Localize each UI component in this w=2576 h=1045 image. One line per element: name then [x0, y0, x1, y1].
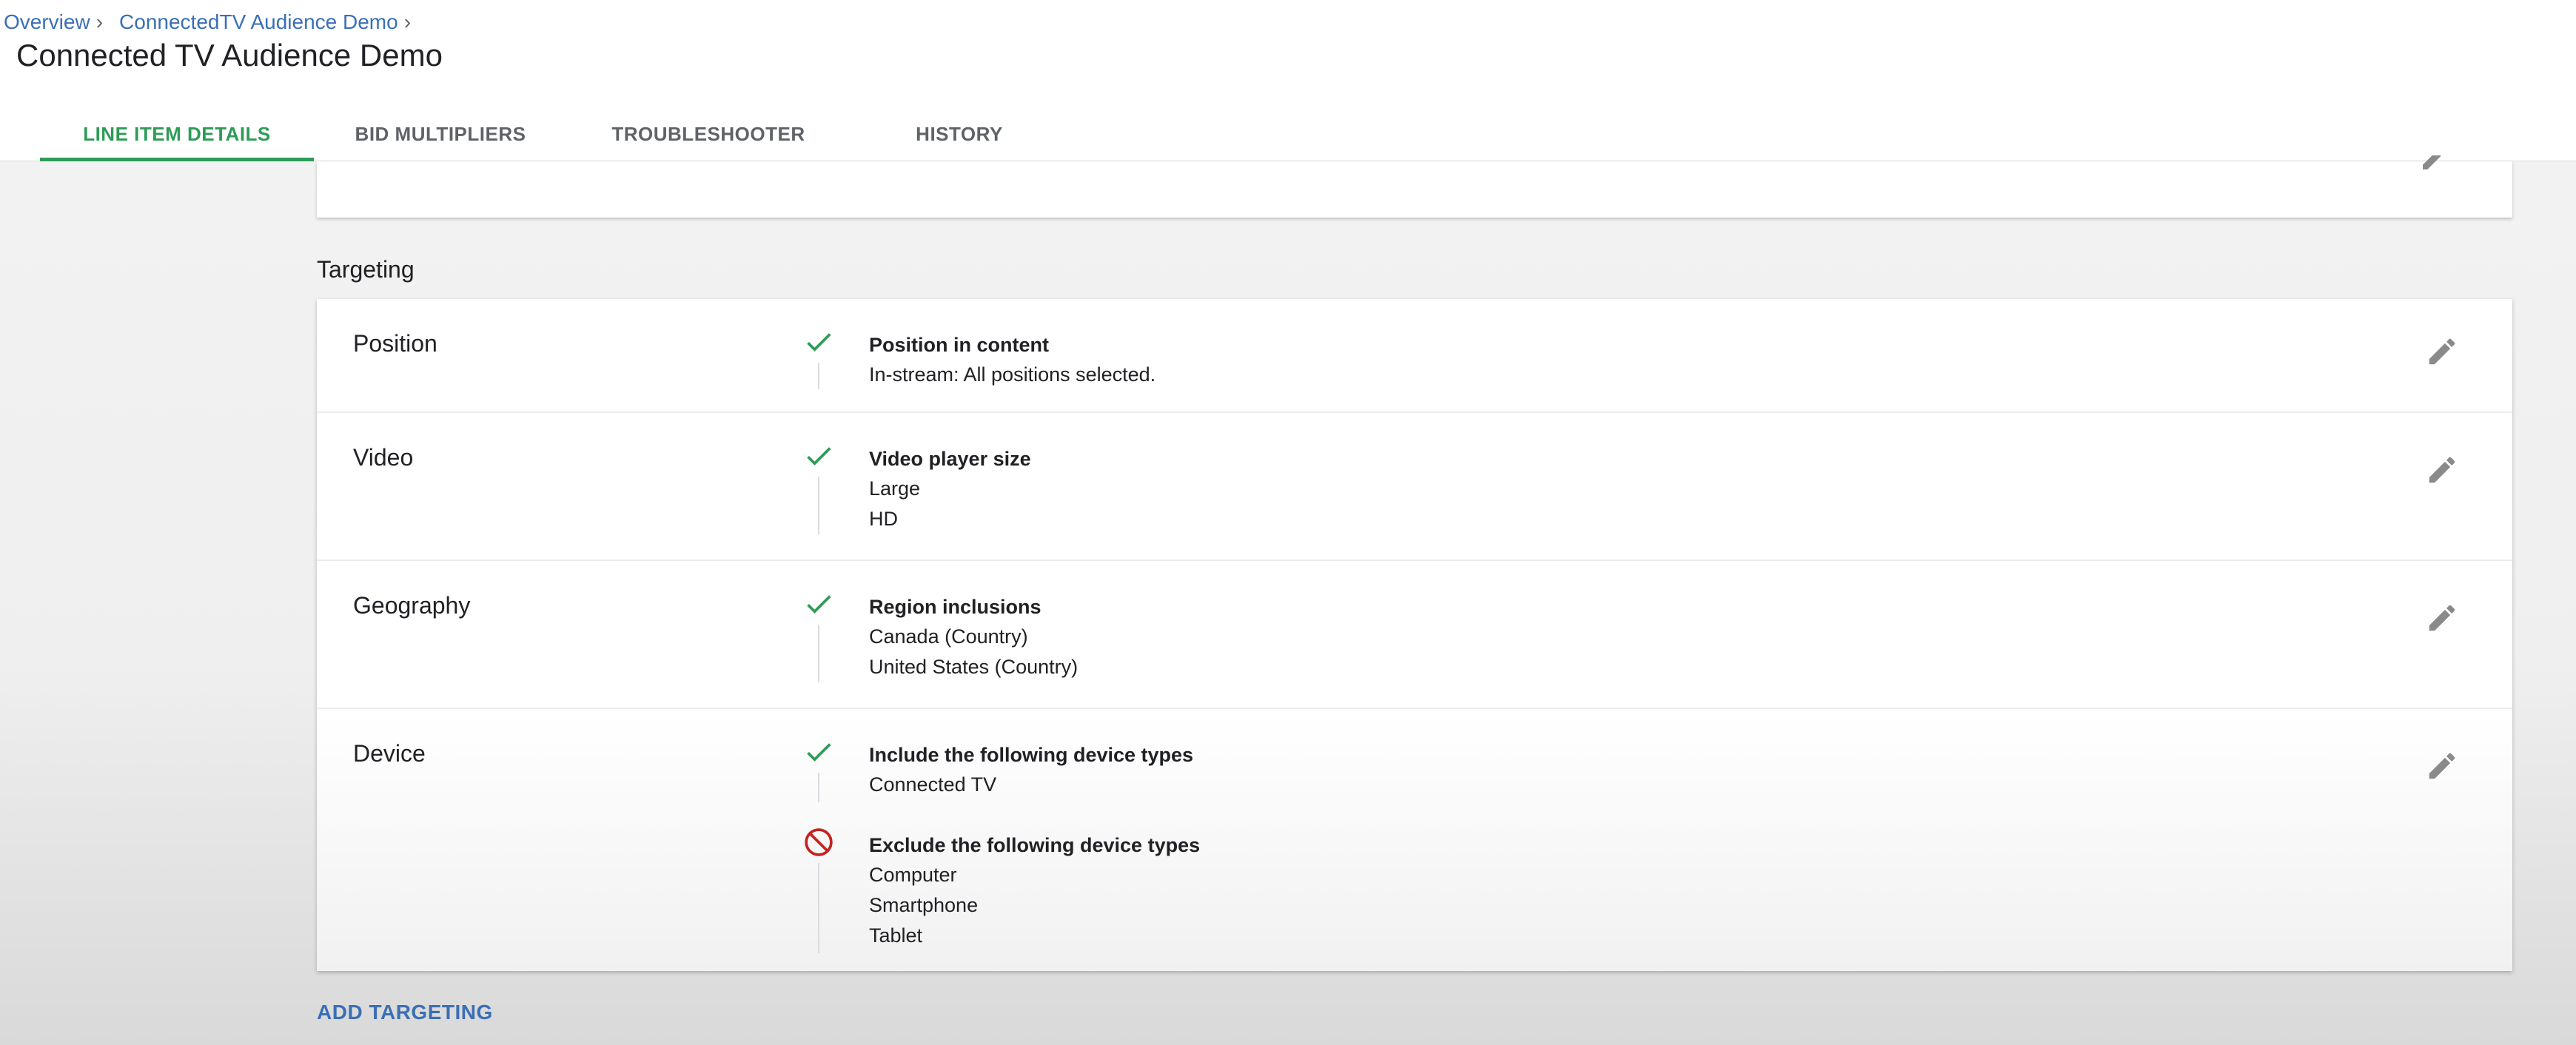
breadcrumb-overview-link[interactable]: Overview	[4, 9, 90, 36]
edit-position-button[interactable]	[2422, 332, 2462, 372]
criteria-heading: Video player size	[869, 448, 1031, 470]
group-connector-line	[818, 773, 819, 802]
group-connector-line	[818, 863, 819, 953]
criteria-value: Large	[869, 477, 921, 500]
exclude-criteria-group: Exclude the following device types Compu…	[802, 826, 1469, 959]
pencil-icon	[2429, 753, 2455, 779]
edit-device-button[interactable]	[2422, 746, 2462, 786]
targeting-row-label: Device	[353, 740, 426, 767]
tab-troubleshooter[interactable]: TROUBLESHOOTER	[567, 107, 850, 161]
tab-bar: LINE ITEM DETAILS BID MULTIPLIERS TROUBL…	[40, 107, 1069, 161]
targeting-row-video: Video Video player size Large HD	[317, 413, 2512, 561]
criteria-value: Connected TV	[869, 773, 997, 796]
pencil-icon	[2429, 457, 2455, 483]
criteria-value: Canada (Country)	[869, 625, 1028, 648]
tab-bid-multipliers[interactable]: BID MULTIPLIERS	[314, 107, 567, 161]
criteria-list: Canada (Country) United States (Country)	[869, 622, 1078, 682]
targeting-row-geography: Geography Region inclusions Canada (Coun…	[317, 561, 2512, 709]
edit-video-button[interactable]	[2422, 450, 2462, 490]
group-connector-line	[818, 625, 819, 682]
breadcrumb-campaign-link[interactable]: ConnectedTV Audience Demo	[119, 9, 398, 36]
criteria-list: In-stream: All positions selected.	[869, 360, 1155, 390]
check-icon	[807, 333, 831, 352]
targeting-section-title: Targeting	[317, 256, 415, 283]
pencil-icon	[2429, 605, 2455, 631]
breadcrumb: Overview › ConnectedTV Audience Demo ›	[4, 9, 427, 36]
include-criteria-group: Include the following device types Conne…	[802, 736, 1469, 810]
criteria-value: Smartphone	[869, 894, 979, 916]
criteria-value: United States (Country)	[869, 656, 1079, 678]
criteria-heading: Position in content	[869, 334, 1049, 356]
criteria-heading: Exclude the following device types	[869, 834, 1201, 856]
criteria-list: Computer Smartphone Tablet	[869, 860, 978, 951]
check-icon	[807, 595, 831, 614]
include-criteria-group: Video player size Large HD	[802, 440, 1469, 543]
tab-line-item-details[interactable]: LINE ITEM DETAILS	[40, 107, 314, 161]
group-connector-line	[818, 363, 819, 389]
previous-section-card	[317, 155, 2512, 218]
criteria-value: Computer	[869, 864, 957, 886]
criteria-heading: Include the following device types	[869, 744, 1194, 766]
criteria-heading: Region inclusions	[869, 596, 1042, 618]
include-criteria-group: Position in content In-stream: All posit…	[802, 326, 1469, 392]
edit-geography-button[interactable]	[2422, 598, 2462, 638]
blocked-icon	[805, 828, 833, 856]
tab-history[interactable]: HISTORY	[850, 107, 1069, 161]
check-icon	[807, 743, 831, 762]
add-targeting-button[interactable]: ADD TARGETING	[317, 999, 493, 1026]
breadcrumb-separator: ›	[95, 10, 104, 33]
criteria-value: Tablet	[869, 924, 923, 947]
targeting-row-label: Position	[353, 330, 437, 357]
targeting-row-label: Geography	[353, 592, 471, 619]
criteria-list: Large HD	[869, 474, 920, 534]
criteria-value: HD	[869, 508, 898, 530]
include-criteria-group: Region inclusions Canada (Country) Unite…	[802, 588, 1469, 691]
page-header: Overview › ConnectedTV Audience Demo › C…	[0, 0, 2576, 161]
check-icon	[807, 447, 831, 466]
targeting-row-label: Video	[353, 444, 414, 471]
targeting-row-position: Position Position in content In-stream: …	[317, 299, 2512, 413]
breadcrumb-separator: ›	[403, 10, 412, 33]
criteria-value: In-stream: All positions selected.	[869, 363, 1156, 386]
pencil-icon	[2429, 338, 2455, 365]
targeting-row-device: Device Include the following device type…	[317, 709, 2512, 971]
pencil-icon[interactable]	[2419, 155, 2449, 170]
targeting-card: Position Position in content In-stream: …	[317, 299, 2512, 971]
group-connector-line	[818, 477, 819, 534]
criteria-list: Connected TV	[869, 770, 996, 800]
page-title: Connected TV Audience Demo	[16, 38, 443, 73]
